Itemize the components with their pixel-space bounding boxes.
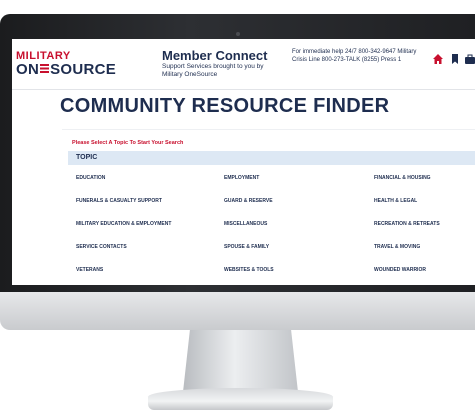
topic-header-label: TOPIC [76, 154, 98, 161]
monitor-screen: MILITARY ON SOURCE Member Connect Support… [12, 39, 475, 285]
topic-link[interactable]: EMPLOYMENT [224, 175, 259, 181]
logo-bottom-right: SOURCE [50, 61, 117, 78]
topic-link[interactable]: GUARD & RESERVE [224, 198, 273, 204]
logo-bottom-left: ON [16, 61, 40, 78]
topic-link[interactable]: MILITARY EDUCATION & EMPLOYMENT [76, 221, 171, 227]
member-connect: Member Connect Support Services brought … [162, 49, 272, 79]
topic-link[interactable]: RECREATION & RETREATS [374, 221, 440, 227]
logo-bottom-text: ON SOURCE [16, 62, 116, 77]
topic-link[interactable]: SERVICE CONTACTS [76, 244, 127, 250]
header-divider [12, 89, 475, 90]
member-connect-title: Member Connect [162, 48, 268, 63]
flag-icon [40, 64, 50, 73]
topic-link[interactable]: SPOUSE & FAMILY [224, 244, 269, 250]
monitor-stand-neck [183, 330, 298, 392]
topic-link[interactable]: FUNERALS & CASUALTY SUPPORT [76, 198, 162, 204]
briefcase-icon[interactable] [464, 53, 475, 65]
member-connect-subtitle: Support Services brought to you by Milit… [162, 63, 264, 78]
military-onesource-logo[interactable]: MILITARY ON SOURCE [16, 51, 116, 78]
bookmark-icon[interactable] [449, 53, 461, 65]
help-text: For immediate help 24/7 800-342-9647 Mil… [292, 49, 417, 63]
camera-dot [236, 32, 240, 36]
resource-finder-panel: Please Select A Topic To Start Your Sear… [62, 129, 475, 285]
topic-link[interactable]: WOUNDED WARRIOR [374, 267, 426, 273]
monitor-chin [0, 292, 475, 330]
topic-link[interactable]: TRAVEL & MOVING [374, 244, 420, 250]
topic-link[interactable]: HEALTH & LEGAL [374, 198, 417, 204]
topic-link[interactable]: MISCELLANEOUS [224, 221, 267, 227]
home-icon[interactable] [432, 53, 444, 65]
select-topic-prompt: Please Select A Topic To Start Your Sear… [72, 140, 184, 146]
monitor-bezel: MILITARY ON SOURCE Member Connect Support… [0, 14, 475, 292]
topic-link[interactable]: WEBSITES & TOOLS [224, 267, 274, 273]
site-header: MILITARY ON SOURCE Member Connect Support… [12, 39, 475, 87]
topic-link[interactable]: EDUCATION [76, 175, 105, 181]
topic-link[interactable]: FINANCIAL & HOUSING [374, 175, 431, 181]
topic-header-bar: TOPIC [68, 151, 475, 165]
monitor-stand-base [148, 388, 333, 410]
topic-link[interactable]: VETERANS [76, 267, 103, 273]
page-title: COMMUNITY RESOURCE FINDER [60, 95, 390, 117]
